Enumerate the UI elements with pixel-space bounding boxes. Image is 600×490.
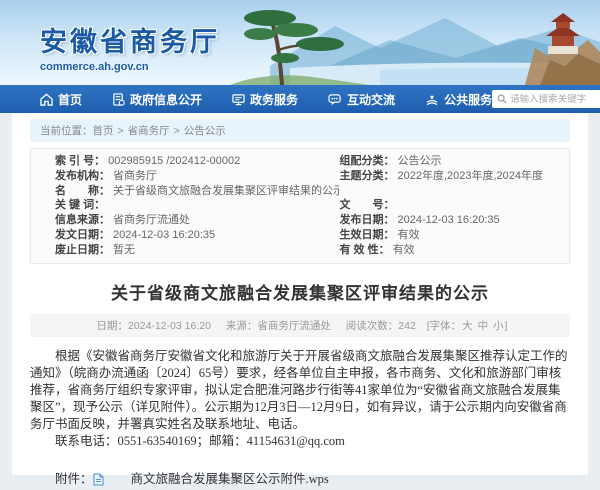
meta-row-issue-date: 发文日期：2024-12-03 16:20:35 — [55, 228, 339, 243]
breadcrumb-dept[interactable]: 省商务厅 — [128, 125, 170, 137]
search-input[interactable] — [510, 94, 598, 105]
wps-file-icon — [93, 473, 104, 486]
nav-item-gov-services[interactable]: 政务服务 — [232, 91, 298, 108]
home-icon — [40, 93, 53, 106]
site-title: 安徽省商务厅 — [40, 20, 220, 59]
breadcrumb-separator: > — [118, 125, 124, 137]
document-meta-table: 索 引 号：002985915 /202412-00002 发布机构：省商务厅 … — [30, 148, 570, 264]
content-panel: 当前位置：首页 > 省商务厅 > 公告公示 索 引 号：002985915 /20241… — [12, 113, 588, 475]
breadcrumb-separator: > — [174, 125, 180, 137]
interaction-icon — [328, 93, 342, 106]
meta-row-keywords: 关 键 词： — [55, 198, 339, 213]
font-size-medium-button[interactable]: 中 — [478, 320, 489, 332]
info-disclosure-icon — [112, 93, 125, 106]
meta-row-document-name: 名 称：关于省级商文旅融合发展集聚区评审结果的公示 — [55, 184, 339, 199]
meta-row-issuing-agency: 发布机构：省商务厅 — [55, 169, 339, 184]
main-navbar: 首页 政府信息公开 政务服务 互动交流 公共服务 — [0, 85, 600, 113]
nav-item-label: 互动交流 — [347, 91, 395, 108]
font-size-switcher: [字体：大 中 小] — [427, 320, 508, 332]
breadcrumb: 当前位置：首页 > 省商务厅 > 公告公示 — [30, 119, 570, 142]
search-box: 搜索 — [492, 90, 600, 108]
nav-item-label: 政务服务 — [250, 91, 298, 108]
article-paragraph: 根据《安徽省商务厅安徽省文化和旅游厅关于开展省级商文旅融合发展集聚区推荐认定工作… — [30, 348, 570, 433]
font-switch-prefix: [字体： — [427, 320, 461, 332]
meta-row-document-number: 文 号： — [339, 198, 563, 213]
gov-services-icon — [232, 93, 245, 106]
font-size-large-button[interactable]: 大 — [462, 320, 473, 332]
font-size-small-button[interactable]: 小 — [493, 320, 504, 332]
article-date: 日期：2024-12-03 16:20 — [97, 320, 211, 332]
meta-row-spacer — [339, 184, 563, 199]
nav-item-label: 政府信息公开 — [130, 91, 202, 108]
meta-row-repeal-date: 废止日期：暂无 — [55, 243, 339, 258]
meta-row-publish-date: 发布日期：2024-12-03 16:20:35 — [339, 213, 563, 228]
nav-item-label: 首页 — [58, 91, 82, 108]
meta-row-topic-category: 主题分类：2022年度,2023年度,2024年度 — [339, 169, 563, 184]
article-source: 来源：省商务厅流通处 — [226, 320, 331, 332]
header-landscape-image — [230, 0, 600, 85]
nav-item-info-disclosure[interactable]: 政府信息公开 — [112, 91, 202, 108]
search-icon — [497, 94, 507, 104]
attachment-filename: 商文旅融合发展集聚区公示附件.wps — [106, 471, 329, 488]
attachment-label: 附件： — [55, 471, 93, 488]
meta-row-validity: 有 效 性：有效 — [339, 243, 563, 258]
page-title: 关于省级商文旅融合发展集聚区评审结果的公示 — [30, 279, 570, 304]
font-switch-suffix: ] — [505, 320, 508, 332]
site-url: commerce.ah.gov.cn — [40, 61, 220, 73]
site-logo[interactable]: 安徽省商务厅 commerce.ah.gov.cn — [40, 20, 220, 73]
attachment-row: 附件： 商文旅融合发展集聚区公示附件.wps — [30, 471, 570, 488]
attachment-link[interactable]: 商文旅融合发展集聚区公示附件.wps — [93, 471, 329, 488]
breadcrumb-prefix: 当前位置： — [40, 125, 93, 137]
meta-row-category: 组配分类：公告公示 — [339, 154, 563, 169]
public-services-icon — [425, 93, 439, 106]
site-header: 安徽省商务厅 commerce.ah.gov.cn — [0, 0, 600, 85]
nav-item-home[interactable]: 首页 — [40, 91, 82, 108]
article-info-bar: 日期：2024-12-03 16:20 来源：省商务厅流通处 阅读次数：242 … — [30, 314, 570, 337]
breadcrumb-announcements[interactable]: 公告公示 — [184, 125, 226, 137]
nav-item-interaction[interactable]: 互动交流 — [328, 91, 395, 108]
meta-column-left: 索 引 号：002985915 /202412-00002 发布机构：省商务厅 … — [55, 154, 339, 258]
article-body: 根据《安徽省商务厅安徽省文化和旅游厅关于开展省级商文旅融合发展集聚区推荐认定工作… — [30, 348, 570, 490]
meta-column-right: 组配分类：公告公示 主题分类：2022年度,2023年度,2024年度 文 号：… — [339, 154, 563, 258]
article-view-count: 阅读次数：242 — [346, 320, 416, 332]
meta-row-index-number: 索 引 号：002985915 /202412-00002 — [55, 154, 339, 169]
meta-row-effective-date: 生效日期：有效 — [339, 228, 563, 243]
nav-item-public-services[interactable]: 公共服务 — [425, 91, 492, 108]
contact-info: 联系电话：0551-63540169；邮箱：41154631@qq.com — [30, 433, 570, 450]
breadcrumb-home[interactable]: 首页 — [93, 125, 114, 137]
nav-item-label: 公共服务 — [444, 91, 492, 108]
meta-row-info-source: 信息来源：省商务厅流通处 — [55, 213, 339, 228]
